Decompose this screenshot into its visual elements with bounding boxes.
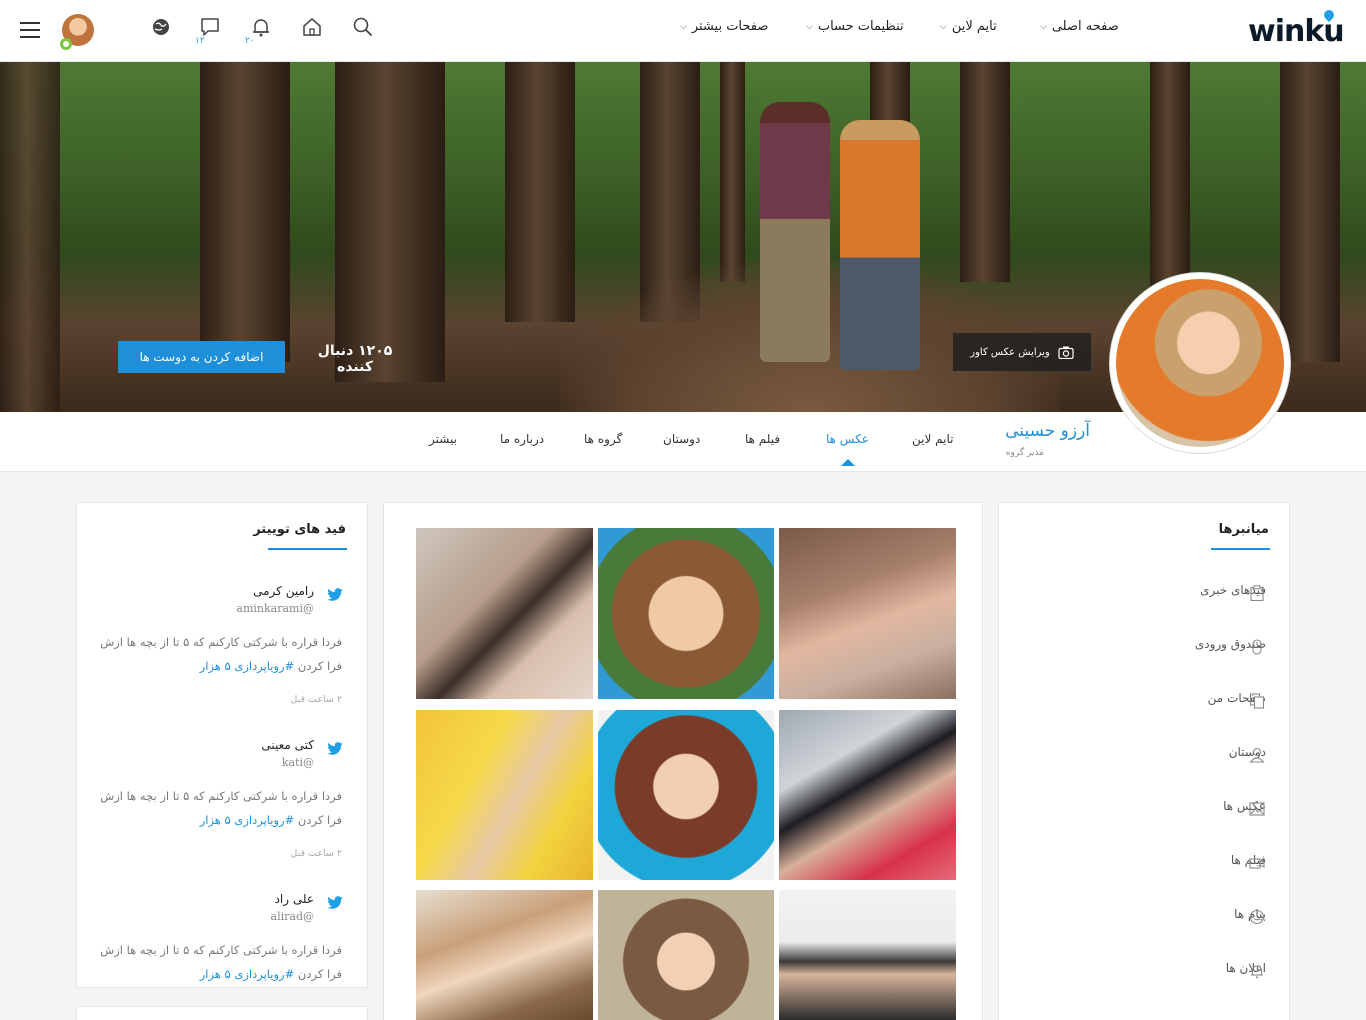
twitter-icon: [327, 588, 343, 601]
edit-cover-button[interactable]: ویرایش عکس کاور: [953, 333, 1091, 371]
tweet-text: فردا قراره با شرکتی کارکنم که ۵ تا از بچ…: [98, 784, 342, 832]
image-icon: [1249, 802, 1265, 816]
hamburger-menu-icon[interactable]: [20, 22, 40, 38]
shortcuts-title: میانبرها: [1218, 522, 1269, 537]
top-header: winku ⌵ صفحه اصلی ⌵ تایم لاین ⌵ تنظیمات …: [0, 0, 1366, 62]
photo-redhead-woman[interactable]: [598, 710, 774, 880]
globe-icon[interactable]: [150, 16, 172, 38]
tab-friends[interactable]: دوستان: [663, 432, 700, 446]
nav-home[interactable]: ⌵ صفحه اصلی: [1040, 19, 1119, 34]
tweet-author-handle[interactable]: @kati: [282, 756, 314, 769]
photo-sunglasses-woman[interactable]: [779, 710, 956, 880]
twitter-icon: [327, 896, 343, 909]
search-icon[interactable]: [352, 16, 374, 38]
chevron-down-icon: ⌵: [680, 21, 687, 32]
followers-count: ۱۲۰۵ دنبال کننده: [317, 343, 393, 375]
chevron-down-icon: ⌵: [806, 21, 813, 32]
add-friend-button[interactable]: اضافه کردن به دوست ها: [118, 341, 285, 373]
profile-name: آرزو حسینی: [1005, 421, 1090, 441]
photo-little-girl[interactable]: [598, 890, 774, 1020]
camera-icon: [1058, 346, 1074, 359]
photo-profile-woman[interactable]: [779, 890, 956, 1020]
tab-videos[interactable]: فیلم ها: [745, 432, 780, 446]
twitter-feed-title: فید های توییتر: [253, 522, 346, 537]
profile-picture[interactable]: [1110, 273, 1290, 453]
chevron-down-icon: ⌵: [1040, 21, 1047, 32]
mouse-icon: [1252, 639, 1262, 655]
home-icon[interactable]: [301, 16, 323, 38]
tweet-time: ۲ ساعت قبل: [290, 694, 342, 705]
tweet-hashtag[interactable]: #رویاپردازی ۵ هزار: [200, 659, 295, 673]
video-icon: [1249, 858, 1265, 869]
profile-photo: [1116, 279, 1284, 447]
photo-tattoo-woman[interactable]: [416, 528, 593, 699]
tweet-author-handle[interactable]: @aminkarami: [236, 602, 314, 615]
tab-timeline[interactable]: تایم لاین: [912, 432, 953, 446]
tab-photos[interactable]: عکس ها: [826, 432, 869, 446]
shortcuts-panel: [998, 502, 1290, 1020]
twitter-title-underline: [268, 548, 347, 550]
chevron-down-icon: ⌵: [940, 21, 947, 32]
shortcuts-title-underline: [1211, 548, 1270, 550]
clipboard-icon: [1250, 585, 1264, 601]
messages-icon[interactable]: [199, 16, 221, 38]
bell-icon[interactable]: [250, 16, 272, 38]
tweet-author-name[interactable]: کتی معینی: [261, 738, 314, 752]
edit-cover-label: ویرایش عکس کاور: [970, 346, 1050, 358]
nav-home-label: صفحه اصلی: [1051, 19, 1119, 34]
nav-account-settings[interactable]: ⌵ تنظیمات حساب: [806, 19, 904, 34]
secondary-widget-panel: [76, 1006, 368, 1020]
notifications-count: ۲۰: [245, 36, 255, 46]
nav-account-settings-label: تنظیمات حساب: [817, 19, 904, 34]
tweet-hashtag[interactable]: #رویاپردازی ۵ هزار: [200, 813, 295, 827]
photo-pensive-woman[interactable]: [779, 528, 956, 699]
profile-role: مدیر گروه: [1005, 448, 1044, 458]
photo-yellow-dress-woman[interactable]: [416, 710, 593, 880]
active-tab-indicator: [841, 459, 855, 466]
tweet-author-name[interactable]: رامین کرمی: [253, 584, 314, 598]
tweet-author-handle[interactable]: @alirad: [271, 910, 314, 923]
winku-logo[interactable]: winku: [1248, 7, 1348, 50]
tab-groups[interactable]: گروه ها: [584, 432, 622, 446]
photo-smiling-woman[interactable]: [598, 528, 774, 699]
messages-count: ۱۲: [195, 36, 205, 46]
tweet-text: فردا قراره با شرکتی کارکنم که ۵ تا از بچ…: [98, 630, 342, 678]
tweet-item: کتی معینی @kati فردا قراره با شرکتی کارک…: [100, 738, 344, 868]
twitter-icon: [327, 742, 343, 755]
bell-icon: [1251, 965, 1263, 979]
tab-more[interactable]: بیشتر: [429, 432, 457, 446]
tweet-item: علی راد @alirad فردا قراره با شرکتی کارک…: [100, 892, 344, 988]
tab-about[interactable]: درباره ما: [500, 432, 544, 446]
tweet-item: رامین کرمی @aminkarami فردا قراره با شرک…: [100, 584, 344, 714]
nav-more-pages[interactable]: ⌵ صفحات بیشتر: [680, 19, 768, 34]
photo-glasses-woman[interactable]: [416, 890, 593, 1020]
online-status-dot: [60, 38, 72, 50]
nav-timeline-label: تایم لاین: [951, 19, 997, 34]
tweet-time: ۲ ساعت قبل: [290, 848, 342, 859]
chat-icon: [1249, 909, 1265, 925]
files-icon: [1249, 693, 1265, 709]
tweet-hashtag[interactable]: #رویاپردازی ۵ هزار: [200, 967, 295, 981]
nav-timeline[interactable]: ⌵ تایم لاین: [940, 19, 997, 34]
nav-more-pages-label: صفحات بیشتر: [691, 19, 769, 34]
tweet-author-name[interactable]: علی راد: [275, 892, 314, 906]
user-icon: [1249, 747, 1265, 763]
tweet-text: فردا قراره با شرکتی کارکنم که ۵ تا از بچ…: [98, 938, 342, 986]
